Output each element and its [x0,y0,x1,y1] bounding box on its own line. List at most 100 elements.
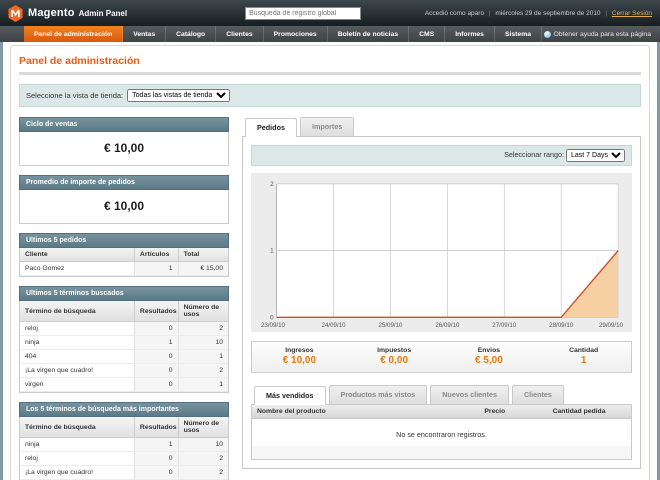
help-link[interactable]: Obtener ayuda para esta página [544,26,660,42]
logged-in-as: Accedió como aparo [425,10,484,17]
tab-clientes[interactable]: Clientes [512,385,564,404]
range-select[interactable]: Last 7 Days [566,149,625,162]
column-header-cliente: Cliente [20,248,134,262]
widget-title: Promedio de importe de pedidos [19,175,229,190]
total-value: € 10,00 [252,355,347,366]
svg-text:25/09/10: 25/09/10 [378,322,403,329]
sales-cycle-value: € 10,00 [19,132,229,166]
help-label: Obtener ayuda para esta página [554,31,652,38]
orders-amounts-tabs: PedidosImportes [242,117,641,137]
widget-title: Ultimos 5 términos buscados [19,286,229,301]
app-header: Magento Admin Panel Accedió como aparo |… [0,0,660,26]
empty-table-message: No se encontraron registros. [252,419,631,447]
title-divider [19,72,641,75]
table-row[interactable]: reloj02 [20,322,228,336]
content-frame: Panel de administración Seleccione la vi… [0,42,660,480]
session-info: Accedió como aparo | miércoles 29 de sep… [425,10,652,17]
column-header-total: Total [178,248,228,262]
dashboard-panel: Seleccionar rango: Last 7 Days 0 1 2 23/09/… [242,137,641,469]
last-search-terms-table: Término de búsquedaResultadosNúmero de u… [19,301,229,393]
nav-item-informes[interactable]: Informes [445,26,495,42]
column-header-n-mero-de-usos: Número de usos [178,301,228,322]
svg-text:28/09/10: 28/09/10 [549,322,574,329]
table-row[interactable]: ninja110 [20,438,228,452]
tab-productos-m-s-vistos[interactable]: Productos más vistos [329,385,428,404]
total-label: Impuestos [347,347,442,354]
last-search-terms-widget: Ultimos 5 términos buscados Término de b… [19,286,229,393]
table-row[interactable]: ¡La virgen que cuadro!02 [20,466,228,480]
orders-chart-svg: 0 1 2 23/09/10 24/09/10 25/09/10 26/09/10 27/09… [259,178,624,331]
tab-pedidos[interactable]: Pedidos [245,118,297,137]
total-impuestos: Impuestos€ 0,00 [347,347,442,366]
column-header-cantidad-pedida: Cantidad pedida [548,405,631,419]
store-view-bar: Seleccione la vista de tienda: Todas las… [19,84,641,107]
stats-column: Ciclo de ventas € 10,00 Promedio de impo… [19,117,229,480]
table-row[interactable]: reloj02 [20,452,228,466]
orders-chart: 0 1 2 23/09/10 24/09/10 25/09/10 26/09/10 27/09… [251,173,632,332]
tab-nuevos-clientes[interactable]: Nuevos clientes [430,385,509,404]
range-bar: Seleccionar rango: Last 7 Days [251,145,632,166]
table-row[interactable]: virgen01 [20,378,228,392]
app-title: Magento [28,7,75,19]
avg-order-widget: Promedio de importe de pedidos € 10,00 [19,175,229,224]
total-label: Envios [442,347,537,354]
store-view-select[interactable]: Todas las vistas de tienda [127,89,230,102]
store-view-label: Seleccione la vista de tienda: [26,91,123,100]
range-label: Seleccionar rango: [504,150,564,159]
main-nav: Panel de administraciónVentasCatálogoCli… [0,26,660,42]
tab-importes[interactable]: Importes [300,117,354,136]
sales-cycle-widget: Ciclo de ventas € 10,00 [19,117,229,166]
nav-items: Panel de administraciónVentasCatálogoCli… [24,26,542,42]
svg-text:24/09/10: 24/09/10 [322,322,347,329]
table-row[interactable]: ninja110 [20,336,228,350]
svg-text:0: 0 [270,314,274,321]
page-title: Panel de administración [19,51,641,72]
svg-text:23/09/10: 23/09/10 [261,322,286,329]
widget-title: Ciclo de ventas [19,117,229,132]
nav-item-bolet-n-de-noticias[interactable]: Boletín de noticias [328,26,409,42]
widget-title: Ultimos 5 pedidos [19,233,229,248]
magento-logo-icon [8,5,23,22]
nav-item-cms[interactable]: CMS [409,26,445,42]
nav-item-panel-de-administraci-n[interactable]: Panel de administración [24,26,123,42]
top-search-terms-table: Término de búsquedaResultadosNúmero de u… [19,417,229,480]
svg-text:26/09/10: 26/09/10 [435,322,460,329]
svg-text:2: 2 [270,181,274,188]
totals-row: Ingresos€ 10,00Impuestos€ 0,00Envios€ 5,… [251,341,632,373]
table-row[interactable]: 40401 [20,350,228,364]
total-value: 1 [536,355,631,366]
total-label: Cantidad [536,347,631,354]
total-value: € 5,00 [442,355,537,366]
app-subtitle: Admin Panel [79,9,127,18]
total-ingresos: Ingresos€ 10,00 [252,347,347,366]
nav-item-promociones[interactable]: Promociones [264,26,328,42]
table-row[interactable]: Paco Gomez1€ 15,00 [20,262,228,276]
table-footer-band [252,446,631,459]
nav-item-ventas[interactable]: Ventas [123,26,166,42]
current-date: miércoles 29 de septiembre de 2010 [495,10,600,17]
column-header-resultados: Resultados [134,417,178,438]
column-header-nombre-del-producto: Nombre del producto [252,405,479,419]
svg-text:27/09/10: 27/09/10 [492,322,517,329]
last-orders-widget: Ultimos 5 pedidos ClienteArtículosTotalP… [19,233,229,277]
main-content-box: Panel de administración Seleccione la vi… [10,45,650,480]
nav-item-clientes[interactable]: Clientes [216,26,263,42]
nav-item-sistema[interactable]: Sistema [495,26,542,42]
global-search-input[interactable] [245,7,361,20]
nav-item-cat-logo[interactable]: Catálogo [166,26,216,42]
total-value: € 0,00 [347,355,442,366]
column-header-t-rmino-de-b-squeda: Término de búsqueda [20,301,134,322]
svg-text:1: 1 [270,248,274,255]
table-row[interactable]: ¡La virgen que cuadro!02 [20,364,228,378]
column-header-t-rmino-de-b-squeda: Término de búsqueda [20,417,134,438]
top-search-terms-widget: Los 5 términos de búsqueda más important… [19,402,229,480]
column-header-precio: Precio [479,405,547,419]
column-header-art-culos: Artículos [134,248,178,262]
tab-m-s-vendidos[interactable]: Más vendidos [254,386,326,405]
total-cantidad: Cantidad1 [536,347,631,366]
product-table: Nombre del productoPrecioCantidad pedida… [252,405,631,446]
product-report-tabs: Más vendidosProductos más vistosNuevos c… [251,385,632,405]
logout-link[interactable]: Cerrar Sesión [612,10,652,17]
help-icon [544,31,551,38]
total-envios: Envios€ 5,00 [442,347,537,366]
